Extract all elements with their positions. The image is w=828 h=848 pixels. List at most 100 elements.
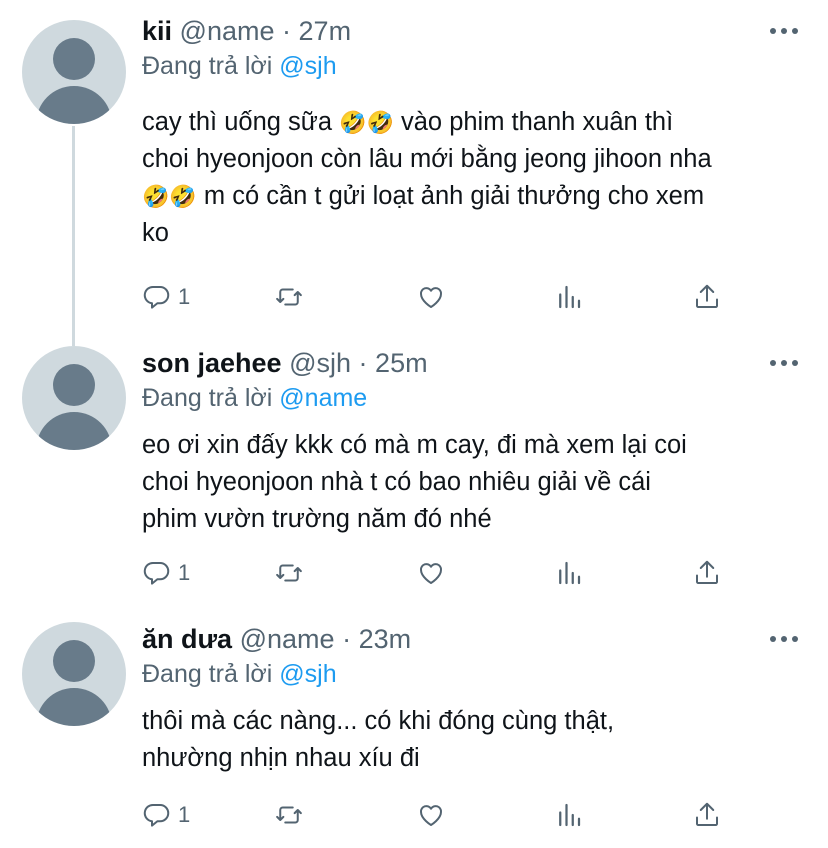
share-button[interactable] <box>692 556 722 590</box>
more-dot <box>781 636 787 642</box>
tweet-header: son jaehee @sjh · 25m <box>142 346 428 380</box>
tweet-header: ăn dưa @name · 23m <box>142 622 411 656</box>
more-icon[interactable] <box>770 26 800 36</box>
more-dot <box>781 28 787 34</box>
tweet-text-line: 🤣🤣 m có cần t gửi loạt ảnh giải thưởng c… <box>142 178 822 215</box>
user-handle[interactable]: @name <box>180 16 275 46</box>
avatar-body <box>36 86 112 124</box>
tweet-text-line: thôi mà các nàng... có khi đóng cùng thậ… <box>142 703 822 740</box>
replying-to: Đang trả lời @sjh <box>142 658 337 690</box>
tweet-text-line: choi hyeonjoon còn lâu mới bằng jeong ji… <box>142 141 822 178</box>
timestamp[interactable]: 23m <box>359 624 412 654</box>
share-icon <box>696 560 718 584</box>
heart-icon <box>420 287 442 308</box>
user-handle[interactable]: @sjh <box>289 348 351 378</box>
tweet-actions: 1 <box>142 798 742 832</box>
avatar[interactable] <box>22 20 126 124</box>
avatar-head <box>53 364 95 406</box>
avatar[interactable] <box>22 346 126 450</box>
tweet-text-line: phim vườn trường năm đó nhé <box>142 501 822 538</box>
timestamp[interactable]: 27m <box>299 16 352 46</box>
retweet-icon <box>276 806 302 824</box>
separator-dot: · <box>358 348 368 378</box>
tweet-actions: 1 <box>142 556 742 590</box>
more-dot <box>792 28 798 34</box>
emoji: 🤣🤣 <box>142 184 197 209</box>
separator-dot: · <box>282 16 292 46</box>
replying-to-handle[interactable]: @name <box>279 384 367 412</box>
analytics-button[interactable] <box>554 798 584 832</box>
text-segment: choi hyeonjoon nhà t có bao nhiêu giải v… <box>142 468 651 496</box>
retweet-button[interactable] <box>274 556 304 590</box>
reply-button[interactable]: 1 <box>142 556 190 590</box>
display-name[interactable]: son jaehee <box>142 348 282 378</box>
separator-dot: · <box>342 624 352 654</box>
like-button[interactable] <box>416 280 446 314</box>
replying-to-label: Đang trả lời <box>142 52 273 80</box>
share-button[interactable] <box>692 280 722 314</box>
text-segment: nhường nhịn nhau xíu đi <box>142 744 420 772</box>
replying-to-handle[interactable]: @sjh <box>279 660 336 688</box>
share-icon <box>696 284 718 308</box>
tweet-text: cay thì uống sữa 🤣🤣 vào phim thanh xuân … <box>142 104 822 252</box>
tweet-text-line: ko <box>142 215 822 252</box>
tweet-text-line: nhường nhịn nhau xíu đi <box>142 740 822 777</box>
heart-icon <box>420 805 442 826</box>
text-segment: m có cần t gửi loạt ảnh giải thưởng cho … <box>196 182 705 210</box>
analytics-button[interactable] <box>554 556 584 590</box>
more-icon[interactable] <box>770 634 800 644</box>
emoji: 🤣🤣 <box>339 110 394 135</box>
user-handle[interactable]: @name <box>240 624 335 654</box>
retweet-button[interactable] <box>274 798 304 832</box>
more-dot <box>770 28 776 34</box>
share-icon <box>696 802 718 826</box>
thread-line <box>72 126 75 346</box>
text-segment: choi hyeonjoon còn lâu mới bằng jeong ji… <box>142 145 712 173</box>
reply-icon <box>143 803 170 827</box>
tweet-header: kii @name · 27m <box>142 14 351 48</box>
replying-to: Đang trả lời @name <box>142 382 367 414</box>
text-segment: cay thì uống sữa <box>142 108 340 136</box>
reply-button[interactable]: 1 <box>142 798 190 832</box>
text-segment: thôi mà các nàng... có khi đóng cùng thậ… <box>142 707 615 735</box>
more-dot <box>770 636 776 642</box>
analytics-icon <box>559 285 581 309</box>
text-segment: eo ơi xin đấy kkk có mà m cay, đi mà xem… <box>142 431 687 459</box>
more-dot <box>781 360 787 366</box>
retweet-button[interactable] <box>274 280 304 314</box>
share-button[interactable] <box>692 798 722 832</box>
display-name[interactable]: ăn dưa <box>142 624 232 654</box>
reply-icon <box>143 561 170 585</box>
more-icon[interactable] <box>770 358 800 368</box>
replying-to-label: Đang trả lời <box>142 660 273 688</box>
avatar-head <box>53 640 95 682</box>
like-button[interactable] <box>416 798 446 832</box>
text-segment: phim vườn trường năm đó nhé <box>142 505 492 533</box>
avatar-head <box>53 38 95 80</box>
text-segment: ko <box>142 219 169 247</box>
like-button[interactable] <box>416 556 446 590</box>
more-dot <box>770 360 776 366</box>
display-name[interactable]: kii <box>142 16 172 46</box>
tweet-text-line: eo ơi xin đấy kkk có mà m cay, đi mà xem… <box>142 427 822 464</box>
avatar[interactable] <box>22 622 126 726</box>
retweet-icon <box>276 564 302 582</box>
more-dot <box>792 636 798 642</box>
analytics-icon <box>559 561 581 585</box>
reply-count: 1 <box>178 284 191 309</box>
reply-count: 1 <box>178 802 191 827</box>
more-dot <box>792 360 798 366</box>
tweet-actions: 1 <box>142 280 742 314</box>
replying-to-label: Đang trả lời <box>142 384 273 412</box>
reply-button[interactable]: 1 <box>142 280 190 314</box>
tweet-text: thôi mà các nàng... có khi đóng cùng thậ… <box>142 703 822 777</box>
replying-to-handle[interactable]: @sjh <box>279 52 336 80</box>
retweet-icon <box>276 288 302 306</box>
text-segment: vào phim thanh xuân thì <box>393 108 674 136</box>
analytics-button[interactable] <box>554 280 584 314</box>
avatar-body <box>36 688 112 726</box>
tweet-text: eo ơi xin đấy kkk có mà m cay, đi mà xem… <box>142 427 822 538</box>
timestamp[interactable]: 25m <box>375 348 428 378</box>
tweet-text-line: choi hyeonjoon nhà t có bao nhiêu giải v… <box>142 464 822 501</box>
avatar-body <box>36 412 112 450</box>
